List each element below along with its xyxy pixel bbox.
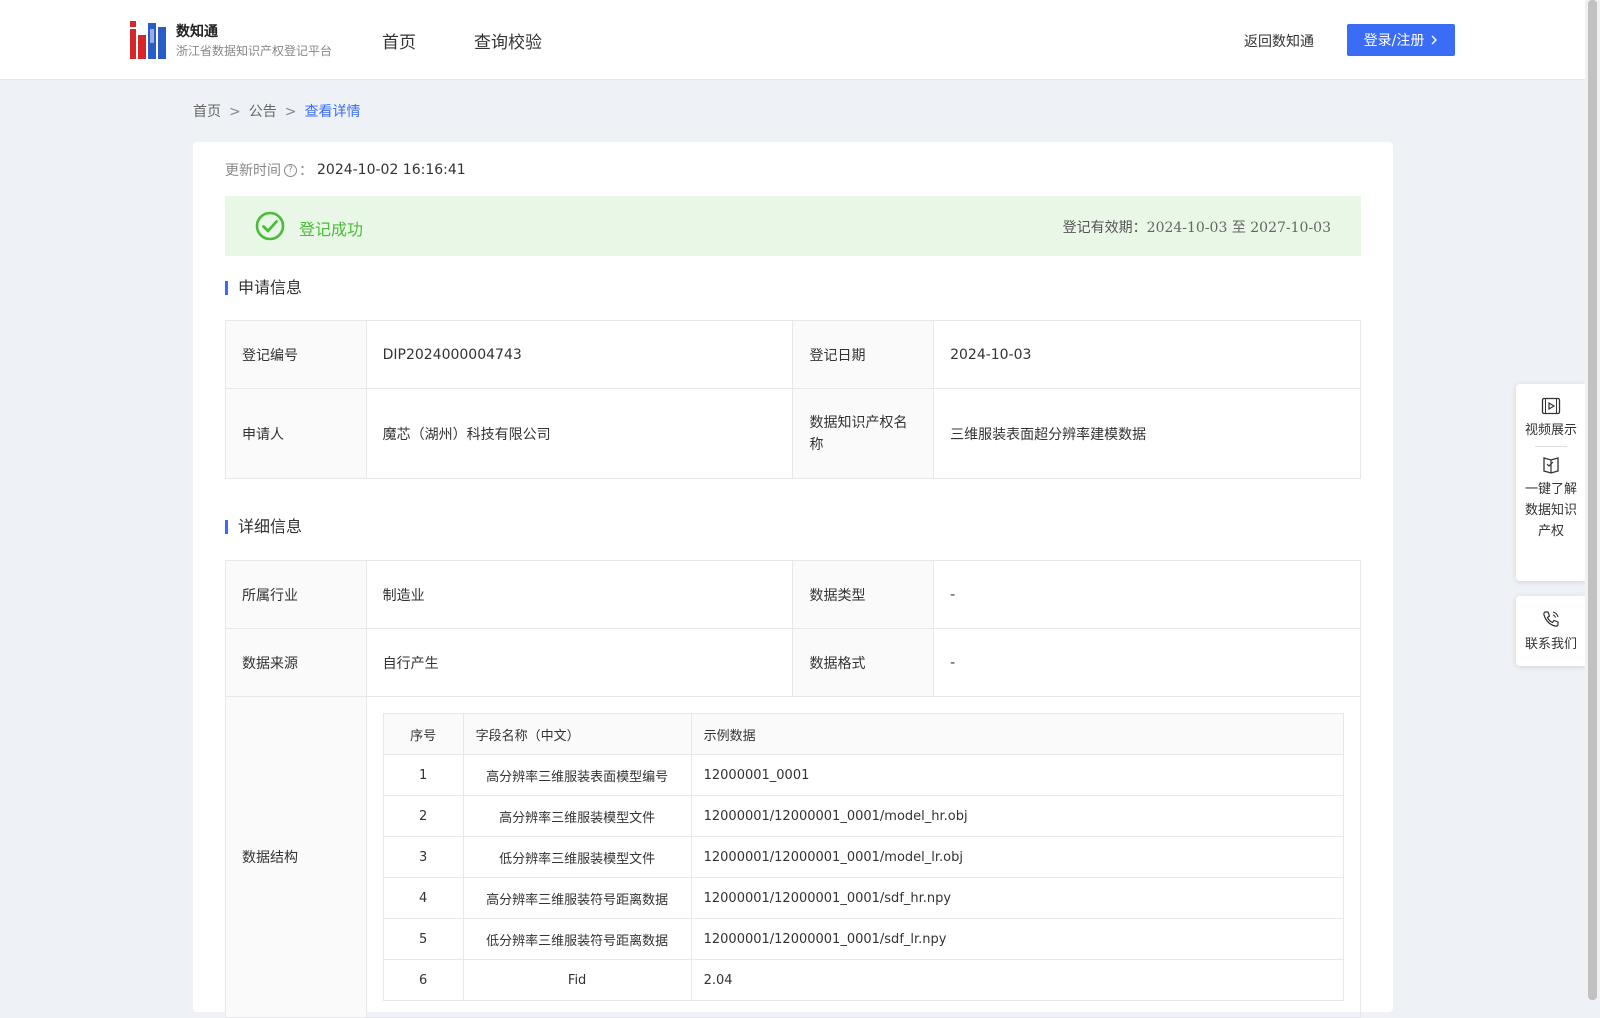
reg-date-value: 2024-10-03 (933, 320, 1361, 389)
divider (1535, 446, 1567, 447)
row-field-name: 低分辨率三维服装模型文件 (462, 836, 692, 878)
row-index: 3 (382, 836, 464, 878)
data-format-value: - (933, 628, 1361, 697)
applicant-value: 魔芯（湖州）科技有限公司 (365, 388, 794, 479)
row-field-name: 高分辨率三维服装模型文件 (462, 795, 692, 837)
breadcrumb: 首页 > 公告 > 查看详情 (193, 101, 360, 121)
breadcrumb-separator: > (284, 104, 297, 120)
data-structure-label: 数据结构 (225, 696, 367, 1018)
logo-icon[interactable] (130, 21, 166, 59)
breadcrumb-separator: > (229, 104, 241, 120)
table-row: 登记编号 DIP2024000004743 登记日期 2024-10-03 (225, 320, 1361, 389)
page-scrollbar[interactable] (1585, 0, 1600, 1000)
breadcrumb-home[interactable]: 首页 (193, 104, 221, 120)
back-to-shuzhitong-link[interactable]: 返回数知通 (1244, 31, 1314, 51)
row-sample: 12000001/12000001_0001/sdf_lr.npy (690, 918, 1345, 960)
table-row: 数据结构 序号 字段名称（中文） 示例数据 1 高分辨率三维服装表面模型编号 1… (225, 696, 1362, 1018)
contact-us-label: 联系我们 (1524, 637, 1577, 652)
industry-label: 所属行业 (225, 560, 367, 629)
industry-value: 制造业 (365, 560, 794, 629)
row-sample: 2.04 (690, 959, 1345, 1001)
structure-row: 3 低分辨率三维服装模型文件 12000001/12000001_0001/mo… (382, 836, 1345, 878)
structure-row: 2 高分辨率三维服装模型文件 12000001/12000001_0001/mo… (382, 795, 1345, 837)
structure-row: 4 高分辨率三维服装符号距离数据 12000001/12000001_0001/… (382, 877, 1345, 919)
detail-card: 更新时间 ? ： 2024-10-02 16:16:41 登记成功 登记有效期：… (193, 142, 1393, 1018)
login-register-label: 登录/注册 (1363, 33, 1425, 49)
learn-ip-label: 一键了解数据知识产权 (1524, 482, 1577, 539)
question-icon[interactable]: ? (284, 163, 297, 177)
application-info-table: 登记编号 DIP2024000004743 登记日期 2024-10-03 申请… (225, 320, 1361, 479)
table-row: 申请人 魔芯（湖州）科技有限公司 数据知识产权名称 三维服装表面超分辨率建模数据 (225, 388, 1361, 479)
col-header-index: 序号 (382, 713, 464, 755)
registration-status-banner: 登记成功 登记有效期：2024-10-03 至 2027-10-03 (225, 196, 1361, 256)
section-title-application: 申请信息 (225, 280, 302, 296)
validity-period: 登记有效期：2024-10-03 至 2027-10-03 (1063, 217, 1331, 237)
brand-title: 数知通 (176, 24, 218, 40)
phone-icon (1543, 611, 1559, 627)
structure-row: 6 Fid 2.04 (382, 959, 1345, 1001)
login-register-button[interactable]: 登录/注册 (1347, 24, 1455, 56)
table-row: 数据来源 自行产生 数据格式 - (225, 628, 1361, 697)
contact-us-button[interactable]: 联系我们 (1516, 596, 1586, 652)
row-index: 2 (382, 795, 464, 837)
update-time-colon: ： (299, 163, 313, 179)
brand-subtitle: 浙江省数据知识产权登记平台 (176, 44, 333, 58)
row-sample: 12000001_0001 (690, 754, 1345, 796)
data-structure-table: 序号 字段名称（中文） 示例数据 1 高分辨率三维服装表面模型编号 120000… (382, 713, 1345, 1001)
row-sample: 12000001/12000001_0001/sdf_hr.npy (690, 877, 1345, 919)
row-index: 6 (382, 959, 464, 1001)
reg-date-label: 登记日期 (792, 320, 935, 389)
table-row: 所属行业 制造业 数据类型 - (225, 560, 1361, 629)
data-type-label: 数据类型 (792, 560, 935, 629)
row-index: 5 (382, 918, 464, 960)
col-header-field-name: 字段名称（中文） (462, 713, 692, 755)
structure-header-row: 序号 字段名称（中文） 示例数据 (382, 713, 1345, 755)
structure-row: 1 高分辨率三维服装表面模型编号 12000001_0001 (382, 754, 1345, 796)
breadcrumb-announcement[interactable]: 公告 (249, 104, 277, 120)
floating-help-panel: 视频展示 一键了解数据知识产权 (1516, 384, 1586, 581)
book-icon (1543, 457, 1559, 474)
ip-name-value: 三维服装表面超分辨率建模数据 (933, 388, 1361, 479)
video-showcase-label: 视频展示 (1524, 423, 1577, 438)
update-time-value: 2024-10-02 16:16:41 (317, 162, 466, 178)
nav-query-verify[interactable]: 查询校验 (474, 28, 542, 53)
row-index: 4 (382, 877, 464, 919)
structure-row: 5 低分辨率三维服装符号距离数据 12000001/12000001_0001/… (382, 918, 1345, 960)
chevron-right-icon (1431, 35, 1438, 45)
reg-no-label: 登记编号 (225, 320, 367, 389)
scrollbar-thumb[interactable] (1588, 0, 1597, 1000)
row-field-name: 高分辨率三维服装表面模型编号 (462, 754, 692, 796)
row-sample: 12000001/12000001_0001/model_lr.obj (690, 836, 1345, 878)
contact-panel: 联系我们 (1516, 596, 1586, 666)
section-title-details: 详细信息 (225, 519, 302, 535)
row-field-name: 低分辨率三维服装符号距离数据 (462, 918, 692, 960)
update-time-label: 更新时间 (225, 163, 281, 179)
row-index: 1 (382, 754, 464, 796)
validity-label: 登记有效期： (1062, 220, 1147, 236)
row-field-name: Fid (462, 959, 692, 1001)
validity-dates: 2024-10-03 至 2027-10-03 (1146, 220, 1331, 236)
data-structure-cell: 序号 字段名称（中文） 示例数据 1 高分辨率三维服装表面模型编号 120000… (365, 696, 1362, 1018)
data-type-value: - (933, 560, 1361, 629)
top-header: 数知通 浙江省数据知识产权登记平台 首页 查询校验 返回数知通 登录/注册 (0, 0, 1585, 80)
status-text: 登记成功 (299, 220, 364, 239)
video-icon (1541, 397, 1561, 415)
ip-name-label: 数据知识产权名称 (792, 388, 935, 479)
row-sample: 12000001/12000001_0001/model_hr.obj (690, 795, 1345, 837)
applicant-label: 申请人 (225, 388, 367, 479)
details-info-table: 所属行业 制造业 数据类型 - 数据来源 自行产生 数据格式 - 数据结构 序号… (225, 560, 1362, 1018)
data-source-label: 数据来源 (225, 628, 367, 697)
check-circle-icon (255, 211, 285, 241)
row-field-name: 高分辨率三维服装符号距离数据 (462, 877, 692, 919)
nav-home[interactable]: 首页 (382, 28, 416, 53)
reg-no-value: DIP2024000004743 (365, 320, 794, 389)
breadcrumb-current: 查看详情 (304, 104, 361, 120)
data-source-value: 自行产生 (365, 628, 794, 697)
learn-ip-button[interactable]: 一键了解数据知识产权 (1516, 455, 1586, 542)
video-showcase-button[interactable]: 视频展示 (1516, 384, 1586, 438)
col-header-sample: 示例数据 (690, 713, 1345, 755)
update-time-row: 更新时间 ? ： 2024-10-02 16:16:41 (225, 160, 466, 180)
data-format-label: 数据格式 (792, 628, 935, 697)
